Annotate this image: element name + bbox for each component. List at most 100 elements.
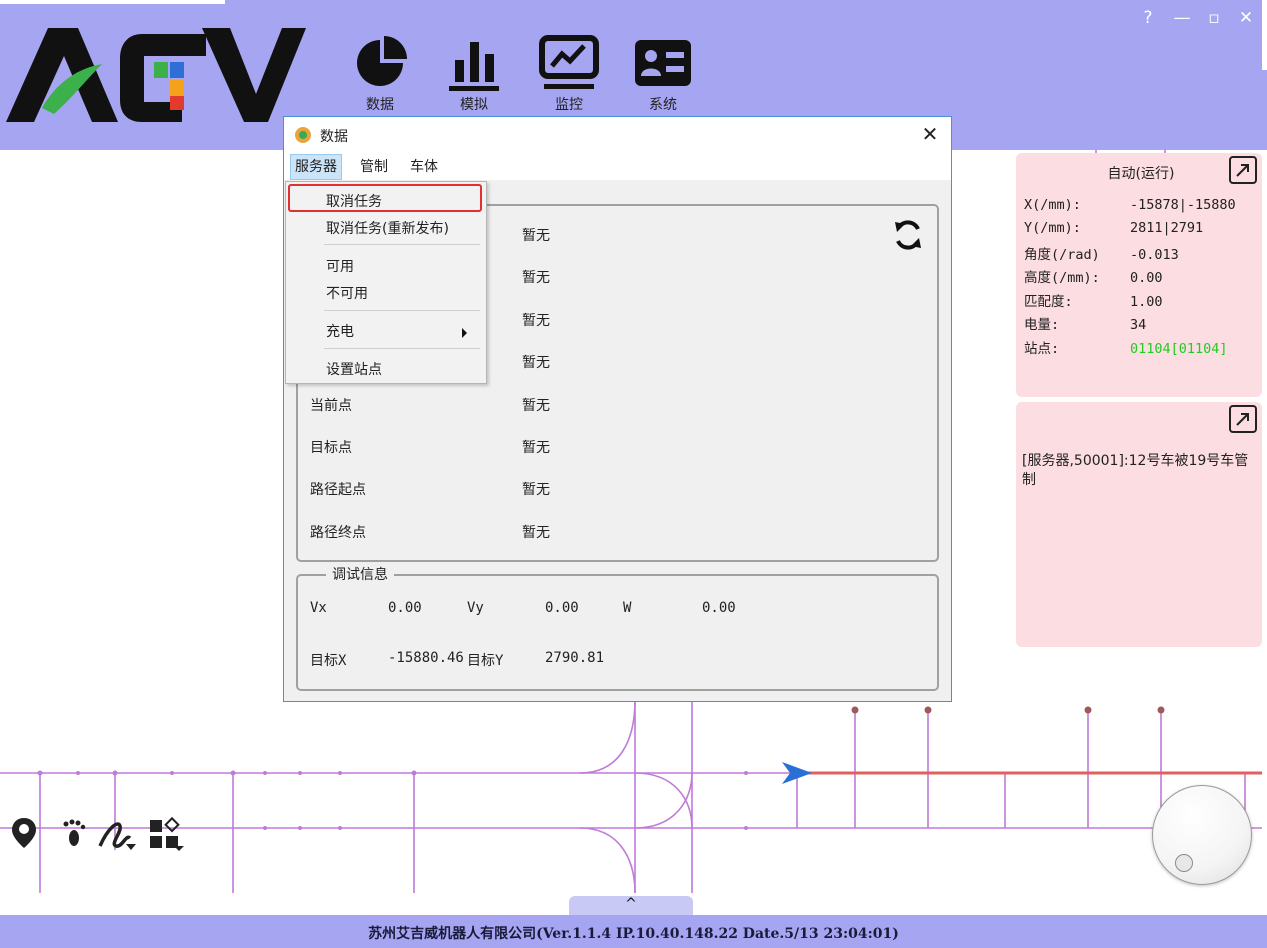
w-value: 0.00	[702, 600, 736, 616]
nav-data[interactable]: 数据	[340, 34, 420, 114]
target-x-value: -15880.46	[388, 650, 464, 666]
vy-label: Vy	[467, 600, 484, 616]
menu-item-disable[interactable]: 不可用	[326, 283, 368, 303]
status-angle-label: 角度(/rad)	[1024, 247, 1100, 263]
draw-path-icon[interactable]	[96, 816, 140, 852]
info-value-4: 暂无	[522, 355, 550, 371]
menu-server[interactable]: 服务器	[290, 154, 342, 180]
current-point-label: 当前点	[310, 398, 352, 414]
expand-icon[interactable]	[1228, 155, 1258, 185]
target-y-label: 目标Y	[467, 653, 504, 669]
menu-control[interactable]: 管制	[356, 154, 392, 180]
vy-value: 0.00	[545, 600, 579, 616]
highlight-box	[288, 184, 482, 212]
monitor-icon	[539, 35, 599, 89]
location-pin-icon[interactable]	[10, 816, 38, 852]
menu-item-set-station[interactable]: 设置站点	[326, 359, 382, 379]
footprint-icon[interactable]	[60, 816, 88, 852]
debug-info-group: 调试信息 Vx 0.00 Vy 0.00 W 0.00 目标X -15880.4…	[296, 564, 939, 691]
menu-separator	[324, 348, 480, 349]
nav-system-label: 系统	[649, 97, 677, 113]
target-point-value: 暂无	[522, 440, 550, 456]
vehicle-mode: 自动(运行)	[1107, 166, 1175, 182]
vx-value: 0.00	[388, 600, 422, 616]
agv-logo	[6, 28, 306, 122]
close-button[interactable]: ✕	[1234, 8, 1258, 28]
joystick-control[interactable]	[1152, 785, 1252, 885]
status-match-value: 1.00	[1130, 294, 1163, 310]
expand-icon[interactable]	[1228, 404, 1258, 434]
status-footer: 苏州艾吉威机器人有限公司(Ver.1.1.4 IP.10.40.148.22 D…	[0, 915, 1267, 948]
info-value-3: 暂无	[522, 313, 550, 329]
dialog-titlebar[interactable]: 数据 ✕	[284, 117, 951, 151]
target-y-value: 2790.81	[545, 650, 605, 666]
status-row-x: X(/mm): -15878|-15880	[1024, 197, 1236, 217]
status-row-angle: 角度(/rad) -0.013	[1024, 243, 1179, 263]
status-angle-value: -0.013	[1130, 247, 1179, 263]
layers-icon[interactable]	[148, 816, 188, 852]
path-start-value: 暂无	[522, 482, 550, 498]
nav-simulation-label: 模拟	[460, 97, 488, 113]
status-y-label: Y(/mm):	[1024, 220, 1081, 236]
status-height-value: 0.00	[1130, 270, 1163, 286]
status-x-value: -15878|-15880	[1130, 197, 1236, 213]
path-start-label: 路径起点	[310, 482, 366, 498]
server-dropdown-menu: 取消任务 取消任务(重新发布) 可用 不可用 充电 设置站点	[285, 181, 487, 384]
status-row-y: Y(/mm): 2811|2791	[1024, 220, 1203, 240]
nav-monitor-label: 监控	[555, 97, 583, 113]
path-end-value: 暂无	[522, 525, 550, 541]
menu-item-enable[interactable]: 可用	[326, 256, 354, 276]
nav-data-label: 数据	[366, 97, 394, 113]
menu-separator	[324, 244, 480, 245]
app-icon	[295, 127, 311, 143]
status-station-value: 01104[01104]	[1130, 341, 1228, 357]
dialog-menubar: 服务器 管制 车体	[284, 154, 951, 180]
info-value-1: 暂无	[522, 228, 550, 244]
joystick-knob[interactable]	[1175, 854, 1193, 872]
target-point-label: 目标点	[310, 440, 352, 456]
pie-chart-icon	[357, 36, 407, 86]
status-row-match: 匹配度: 1.00	[1024, 290, 1163, 310]
dialog-close-button[interactable]: ✕	[917, 121, 943, 147]
log-message: [服务器,50001]:12号车被19号车管制	[1022, 453, 1249, 488]
menu-item-cancel-task-republish[interactable]: 取消任务(重新发布)	[326, 218, 449, 238]
status-station-label: 站点:	[1024, 341, 1060, 357]
maximize-button[interactable]: ▫	[1202, 8, 1226, 28]
vehicle-status-panel: 自动(运行) X(/mm): -15878|-15880 Y(/mm): 2811|…	[1016, 153, 1262, 397]
status-battery-value: 34	[1130, 317, 1147, 333]
status-battery-label: 电量:	[1024, 317, 1060, 333]
nav-system[interactable]: 系统	[623, 34, 703, 114]
refresh-icon[interactable]	[891, 218, 925, 252]
status-x-label: X(/mm):	[1024, 197, 1081, 213]
vx-label: Vx	[310, 600, 327, 616]
collapse-toolbar-button[interactable]: ^	[569, 896, 693, 915]
menu-item-cancel-task[interactable]: 取消任务	[326, 191, 382, 211]
menu-vehicle[interactable]: 车体	[406, 154, 442, 180]
dialog-title: 数据	[320, 129, 348, 145]
minimize-button[interactable]: —	[1170, 8, 1194, 28]
info-value-2: 暂无	[522, 270, 550, 286]
status-height-label: 高度(/mm):	[1024, 270, 1100, 286]
target-x-label: 目标X	[310, 653, 347, 669]
status-row-station: 站点: 01104[01104]	[1024, 337, 1228, 357]
status-y-value: 2811|2791	[1130, 220, 1204, 236]
menu-item-charge[interactable]: 充电	[326, 321, 354, 341]
footer-version-text: 苏州艾吉威机器人有限公司(Ver.1.1.4 IP.10.40.148.22 D…	[368, 926, 899, 942]
header-edge	[1262, 0, 1267, 70]
status-match-label: 匹配度:	[1024, 294, 1073, 310]
nav-monitor[interactable]: 监控	[529, 34, 609, 114]
help-button[interactable]: ?	[1136, 8, 1160, 28]
menu-separator	[324, 310, 480, 311]
nav-simulation[interactable]: 模拟	[434, 34, 514, 114]
status-row-height: 高度(/mm): 0.00	[1024, 266, 1163, 286]
path-end-label: 路径终点	[310, 525, 366, 541]
title-strip	[0, 0, 225, 4]
bar-chart-icon	[449, 42, 499, 91]
debug-legend: 调试信息	[326, 564, 394, 584]
id-card-icon	[635, 40, 691, 86]
w-label: W	[623, 600, 632, 616]
message-log-panel: [服务器,50001]:12号车被19号车管制	[1016, 402, 1262, 647]
current-point-value: 暂无	[522, 398, 550, 414]
submenu-arrow-icon	[462, 328, 467, 338]
status-row-battery: 电量: 34	[1024, 313, 1146, 333]
